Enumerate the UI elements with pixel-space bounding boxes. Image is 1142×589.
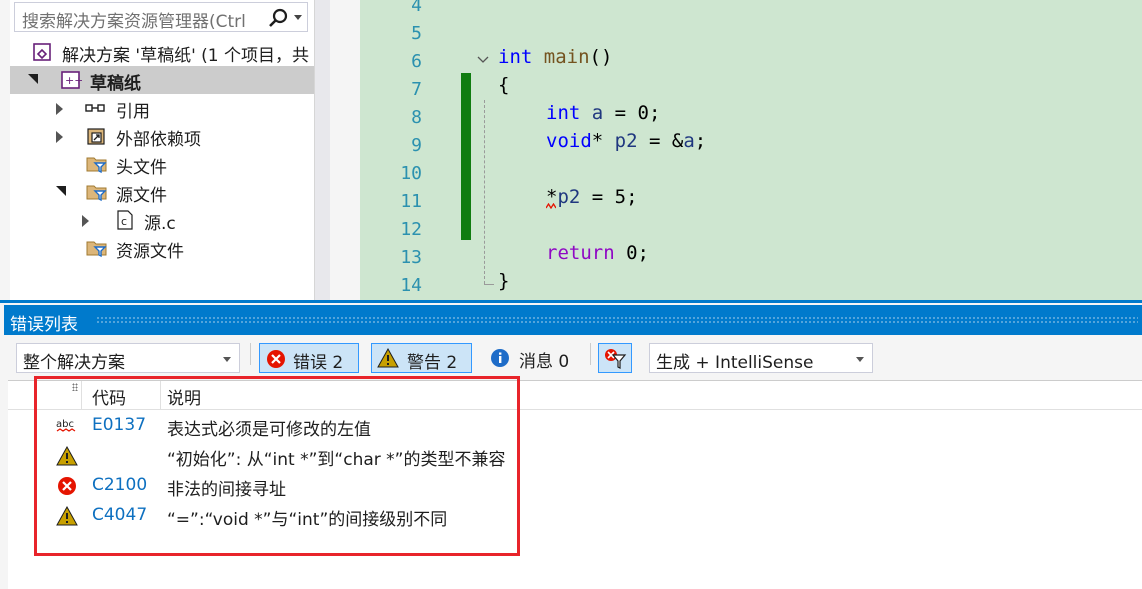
c-file-icon: c (117, 210, 133, 230)
change-tracking-bar (461, 73, 471, 240)
tree-item-label: 外部依赖项 (116, 130, 201, 150)
code-editor[interactable]: 4 5 6 7 8 9 10 11 12 13 14 int main() { … (360, 0, 1142, 300)
solution-icon (33, 43, 51, 61)
expanded-arrow-icon[interactable] (28, 74, 38, 84)
solution-scrollbar[interactable] (314, 0, 330, 300)
code-line-13: return 0; (546, 242, 649, 264)
code-line-11: *p2 = 5; (546, 186, 638, 208)
indent-guide (484, 100, 485, 284)
expanded-arrow-icon[interactable] (56, 186, 66, 196)
chevron-down-icon (223, 357, 231, 362)
cpp-project-icon: ++ (61, 71, 82, 89)
filter-folder-icon (86, 185, 107, 202)
warnings-filter-label: 警告 2 (407, 353, 458, 373)
tree-item-label: 源.c (144, 214, 176, 234)
highlight-annotation-box (34, 376, 520, 556)
line-number: 4 (411, 0, 422, 16)
code-line-14: } (498, 270, 510, 292)
messages-filter-label: 消息 0 (519, 352, 570, 372)
line-number: 12 (400, 219, 422, 240)
tree-item-header-files[interactable]: 头文件 (10, 150, 314, 178)
info-icon (491, 349, 509, 367)
tree-item-source-files[interactable]: 源文件 (10, 178, 314, 206)
chevron-down-icon[interactable] (294, 15, 302, 20)
tree-item-external-deps[interactable]: 外部依赖项 (10, 122, 314, 150)
errors-filter-label: 错误 2 (293, 353, 344, 373)
panel-title: 错误列表 (10, 315, 78, 335)
svg-text:++: ++ (65, 74, 82, 87)
error-icon (267, 350, 285, 368)
collapsed-arrow-icon[interactable] (82, 215, 89, 227)
warning-icon (377, 348, 399, 368)
toolbar-separator (250, 343, 251, 365)
tree-item-label: 资源文件 (116, 242, 184, 262)
code-line-9: void* p2 = &a; (546, 130, 707, 152)
references-icon (85, 104, 105, 112)
tree-item-label: 解决方案 '草稿纸' (1 个项目，共 (62, 46, 310, 66)
line-number: 9 (411, 135, 422, 156)
tree-item-resource-files[interactable]: 资源文件 (10, 234, 314, 262)
tree-item-references[interactable]: 引用 (10, 94, 314, 122)
source-select[interactable]: 生成 + IntelliSense (649, 343, 873, 373)
vs-window: 搜索解决方案资源管理器(Ctrl 解决方案 '草稿纸' (1 个项目，共 ++ … (0, 0, 1142, 589)
filter-folder-icon (86, 157, 107, 174)
tree-item-project[interactable]: ++ 草稿纸 (10, 66, 314, 94)
line-number: 6 (411, 51, 422, 72)
code-line-7: { (498, 74, 510, 96)
line-number: 13 (400, 247, 422, 268)
tree-item-source-c[interactable]: c 源.c (10, 206, 314, 234)
tree-item-label: 头文件 (116, 158, 167, 178)
tree-item-label: 草稿纸 (90, 74, 141, 94)
scope-select[interactable]: 整个解决方案 (16, 343, 240, 373)
line-number: 8 (411, 107, 422, 128)
collapsed-arrow-icon[interactable] (56, 103, 63, 115)
toolbar-separator (590, 343, 591, 365)
svg-text:c: c (121, 215, 127, 228)
titlebar-grip (96, 316, 1138, 324)
chevron-down-icon (856, 357, 864, 362)
collapsed-arrow-icon[interactable] (56, 131, 63, 143)
panel-splitter[interactable] (330, 0, 360, 300)
line-number: 11 (400, 191, 422, 212)
error-squiggle (546, 203, 556, 209)
fold-end-mark (484, 284, 494, 285)
errors-filter-button[interactable]: 错误 2 (259, 343, 359, 373)
messages-filter-button[interactable]: 消息 0 (484, 343, 580, 373)
scope-select-value: 整个解决方案 (23, 353, 125, 373)
warnings-filter-button[interactable]: 警告 2 (371, 343, 472, 373)
solution-explorer: 搜索解决方案资源管理器(Ctrl 解决方案 '草稿纸' (1 个项目，共 ++ … (0, 0, 330, 300)
search-input[interactable]: 搜索解决方案资源管理器(Ctrl (22, 7, 262, 32)
code-line-8: int a = 0; (546, 102, 661, 124)
fold-collapse-icon[interactable] (477, 54, 489, 66)
line-number: 10 (400, 163, 422, 184)
line-number: 7 (411, 79, 422, 100)
code-line-6: int main() (498, 46, 613, 68)
line-number: 5 (411, 23, 422, 44)
tree-item-solution[interactable]: 解决方案 '草稿纸' (1 个项目，共 (10, 38, 314, 66)
filter-folder-icon (86, 241, 107, 258)
source-select-value: 生成 + IntelliSense (656, 353, 814, 373)
tree-item-label: 引用 (116, 102, 150, 122)
search-icon[interactable] (267, 7, 289, 29)
tree-item-label: 源文件 (116, 186, 167, 206)
error-list-titlebar[interactable]: 错误列表 (4, 305, 1142, 335)
line-number: 14 (400, 275, 422, 296)
build-filter-toggle[interactable] (598, 343, 632, 373)
external-deps-icon (87, 128, 105, 145)
solution-search-box[interactable]: 搜索解决方案资源管理器(Ctrl (14, 2, 308, 32)
filter-error-icon (605, 349, 627, 369)
